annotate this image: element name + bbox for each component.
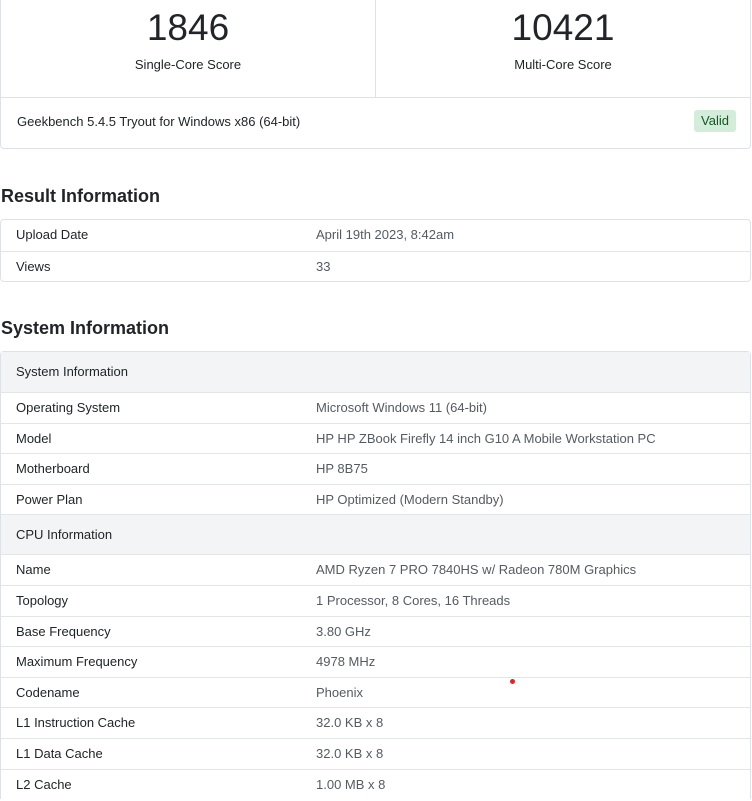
- result-information-table: Upload Date April 19th 2023, 8:42am View…: [0, 219, 751, 283]
- row-value: HP 8B75: [316, 461, 368, 477]
- table-row: Views 33: [1, 250, 750, 282]
- cursor-dot: [510, 679, 515, 684]
- group-header-system: System Information: [1, 352, 750, 392]
- row-value: 1.00 MB x 8: [316, 776, 386, 792]
- row-key: Name: [16, 562, 51, 578]
- row-value: 4978 MHz: [316, 654, 376, 670]
- geekbench-result-page: 1846 Single-Core Score 10421 Multi-Core …: [0, 0, 752, 801]
- row-value: 1 Processor, 8 Cores, 16 Threads: [316, 592, 511, 608]
- row-key: L1 Instruction Cache: [16, 715, 136, 731]
- result-information-title: Result Information: [1, 186, 161, 206]
- table-row: L1 Instruction Cache 32.0 KB x 8: [1, 707, 750, 738]
- row-value: 32.0 KB x 8: [316, 715, 384, 731]
- multi-core-score: 10421 Multi-Core Score: [375, 0, 750, 97]
- single-core-score: 1846 Single-Core Score: [1, 0, 375, 97]
- table-row: L2 Cache 1.00 MB x 8: [1, 768, 750, 800]
- table-row: Model HP HP ZBook Firefly 14 inch G10 A …: [1, 422, 750, 454]
- table-row: Base Frequency 3.80 GHz: [1, 615, 750, 647]
- single-core-score-value: 1846: [146, 7, 230, 48]
- row-key: L1 Data Cache: [16, 745, 103, 761]
- multi-core-score-label: Multi-Core Score: [514, 57, 612, 72]
- row-value: April 19th 2023, 8:42am: [316, 227, 455, 242]
- row-value: AMD Ryzen 7 PRO 7840HS w/ Radeon 780M Gr…: [316, 562, 637, 578]
- row-value: HP HP ZBook Firefly 14 inch G10 A Mobile…: [316, 430, 656, 446]
- row-value: Microsoft Windows 11 (64-bit): [316, 400, 487, 415]
- row-key: L2 Cache: [16, 776, 72, 792]
- row-key: Topology: [16, 592, 69, 608]
- row-value: 32.0 KB x 8: [316, 745, 384, 761]
- group-header-label: CPU Information: [16, 527, 113, 543]
- table-row: Upload Date April 19th 2023, 8:42am: [1, 220, 750, 251]
- table-row: Motherboard HP 8B75: [1, 453, 750, 484]
- multi-core-score-value: 10421: [511, 7, 615, 48]
- single-core-score-label: Single-Core Score: [134, 57, 242, 72]
- score-card: 1846 Single-Core Score 10421 Multi-Core …: [0, 0, 751, 149]
- benchmark-version: Geekbench 5.4.5 Tryout for Windows x86 (…: [17, 114, 301, 129]
- table-row: Operating System Microsoft Windows 11 (6…: [1, 392, 750, 423]
- system-information-title: System Information: [1, 318, 170, 338]
- row-key: Codename: [16, 684, 80, 700]
- row-key: Operating System: [16, 400, 121, 415]
- row-key: Power Plan: [16, 491, 83, 507]
- row-key: Views: [16, 258, 51, 274]
- table-row: Name AMD Ryzen 7 PRO 7840HS w/ Radeon 78…: [1, 554, 750, 585]
- row-key: Base Frequency: [16, 623, 111, 639]
- row-value: 3.80 GHz: [316, 623, 371, 639]
- score-row: 1846 Single-Core Score 10421 Multi-Core …: [1, 0, 750, 98]
- table-row: Power Plan HP Optimized (Modern Standby): [1, 483, 750, 515]
- valid-badge: Valid: [694, 110, 736, 132]
- table-row: Codename Phoenix: [1, 676, 750, 708]
- table-row: Topology 1 Processor, 8 Cores, 16 Thread…: [1, 584, 750, 616]
- system-information-table: System Information Operating System Micr…: [0, 351, 751, 800]
- row-value: 33: [316, 258, 331, 274]
- group-header-cpu: CPU Information: [1, 514, 750, 555]
- row-key: Model: [16, 430, 52, 446]
- version-row: Geekbench 5.4.5 Tryout for Windows x86 (…: [1, 97, 750, 148]
- row-key: Motherboard: [16, 461, 90, 477]
- table-row: Maximum Frequency 4978 MHz: [1, 646, 750, 677]
- row-value: Phoenix: [316, 684, 363, 700]
- row-key: Upload Date: [16, 227, 89, 242]
- row-key: Maximum Frequency: [16, 654, 138, 670]
- row-value: HP Optimized (Modern Standby): [316, 491, 504, 507]
- table-row: L1 Data Cache 32.0 KB x 8: [1, 737, 750, 769]
- group-header-label: System Information: [16, 364, 128, 379]
